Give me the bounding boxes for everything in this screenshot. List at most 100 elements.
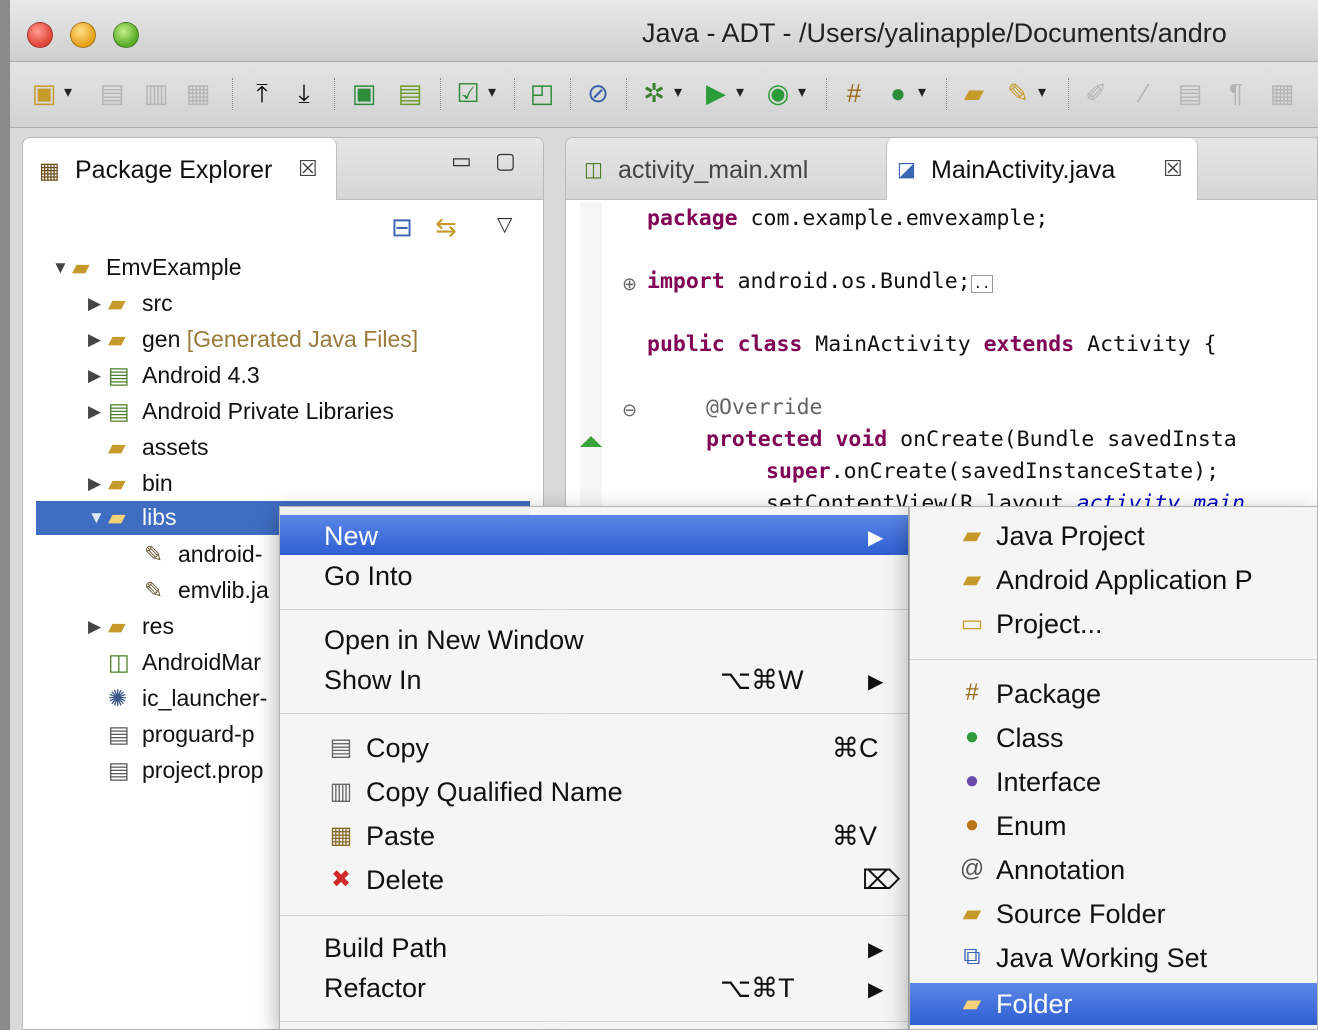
tree-node-proguard[interactable]: ▤ proguard-p	[88, 721, 255, 755]
tree-node-gen[interactable]: ▶ ▰ gen [Generated Java Files]	[88, 326, 418, 360]
menu-item-show-in[interactable]: Show In ⌥⌘W ▶	[280, 659, 908, 699]
print-icon[interactable]: ▦	[182, 76, 214, 110]
tree-node-libs[interactable]: ▼ ▰ libs	[88, 504, 177, 538]
close-tab-icon[interactable]: ☒	[298, 156, 318, 182]
debug-icon[interactable]: ✲	[638, 76, 682, 110]
submenu-item-enum[interactable]: ● Enum	[910, 805, 1317, 847]
close-tab-icon[interactable]: ☒	[1163, 156, 1183, 182]
menu-item-copy-qualified-name[interactable]: ▥ Copy Qualified Name	[280, 771, 908, 811]
expand-arrow-icon[interactable]: ▼	[52, 258, 72, 278]
menu-item-build-path[interactable]: Build Path ▶	[280, 927, 908, 967]
expand-fold-icon[interactable]: ⊕	[622, 274, 637, 295]
tree-node-assets[interactable]: ▰ assets	[88, 434, 208, 468]
link-with-editor-icon[interactable]: ⇆	[435, 212, 457, 243]
menu-item-delete[interactable]: ✖ Delete ⌦	[280, 859, 908, 899]
collapse-arrow-icon[interactable]: ▶	[88, 617, 108, 637]
android-virtual-device-icon[interactable]: ▤	[394, 76, 426, 110]
new-package-icon[interactable]: #	[838, 76, 870, 110]
override-marker-icon[interactable]	[580, 436, 602, 447]
code-line[interactable]: package com.example.emvexample;	[647, 206, 1048, 231]
submenu-item-package[interactable]: # Package	[910, 673, 1317, 715]
tree-node-android-jar[interactable]: ✎ android-	[124, 541, 262, 575]
zoom-window-button[interactable]	[113, 22, 139, 48]
maximize-view-icon[interactable]: ▢	[495, 148, 516, 174]
tree-node-project-properties[interactable]: ▤ project.prop	[88, 757, 263, 791]
submenu-item-interface[interactable]: ● Interface	[910, 761, 1317, 803]
expand-arrow-icon[interactable]: ▼	[88, 508, 108, 528]
tree-node-android-43[interactable]: ▶ ▤ Android 4.3	[88, 362, 260, 396]
submenu-item-project[interactable]: ▭ Project...	[910, 603, 1317, 645]
menu-item-copy[interactable]: ▤ Copy ⌘C	[280, 727, 908, 767]
tree-node-private-libraries[interactable]: ▶ ▤ Android Private Libraries	[88, 398, 394, 432]
tree-node-emvlib-jar[interactable]: ✎ emvlib.ja	[124, 577, 269, 611]
submenu-item-java-project[interactable]: ▰ Java Project	[910, 515, 1317, 557]
collapse-arrow-icon[interactable]: ▶	[88, 474, 108, 494]
annotations-icon[interactable]: ⁄	[1128, 76, 1160, 110]
tree-node-project[interactable]: ▼ ▰ EmvExample	[52, 254, 241, 288]
block-selection-icon[interactable]: ¶	[1220, 76, 1252, 110]
collapse-arrow-icon[interactable]: ▶	[88, 366, 108, 386]
save-icon[interactable]: ▤	[96, 76, 128, 110]
search-icon[interactable]: ✎	[1002, 76, 1046, 110]
collapse-fold-icon[interactable]: ⊖	[622, 400, 637, 421]
tree-node-src[interactable]: ▶ ▰ src	[88, 290, 173, 324]
submenu-item-class[interactable]: ● Class	[910, 717, 1317, 759]
collapse-arrow-icon[interactable]: ▶	[88, 294, 108, 314]
tree-node-androidmanifest[interactable]: ◫ AndroidMar	[88, 649, 261, 683]
submenu-arrow-icon: ▶	[868, 939, 884, 961]
code-line[interactable]: setContentView(R.layout.activity_main	[766, 491, 1245, 507]
checkbox-icon[interactable]: ☑	[452, 76, 496, 110]
minimize-window-button[interactable]	[70, 22, 96, 48]
view-menu-icon[interactable]: ▽	[497, 212, 512, 237]
project-icon: ▭	[960, 610, 984, 637]
submenu-item-java-working-set[interactable]: ⧉ Java Working Set	[910, 937, 1317, 979]
tab-package-explorer[interactable]: ▦ Package Explorer ☒	[23, 138, 337, 200]
collapse-all-icon[interactable]: ⊟	[391, 212, 413, 243]
folder-icon: ▰	[108, 613, 126, 639]
image-file-icon: ✺	[108, 685, 128, 711]
interface-icon: ●	[964, 767, 980, 794]
toggle-mark-occurrences-icon[interactable]: ✐	[1080, 76, 1112, 110]
code-line[interactable]: super.onCreate(savedInstanceState);	[766, 459, 1219, 484]
menu-item-refactor[interactable]: Refactor ⌥⌘T ▶	[280, 967, 908, 1007]
skip-breakpoints-icon[interactable]: ⊘	[582, 76, 614, 110]
package-explorer-tabbar: ▦ Package Explorer ☒ ▭ ▢	[23, 138, 543, 200]
generated-source-folder-icon: ▰	[108, 326, 126, 352]
run-icon[interactable]: ▶	[700, 76, 744, 110]
show-whitespace-icon[interactable]: ▤	[1174, 76, 1206, 110]
tab-activity-main-xml[interactable]: ◫ activity_main.xml	[574, 138, 874, 200]
block-selection-icon-2[interactable]: ▦	[1266, 76, 1298, 110]
tab-mainactivity-java[interactable]: ◪ MainActivity.java ☒	[886, 138, 1198, 200]
code-line[interactable]: public class MainActivity extends Activi…	[647, 332, 1217, 357]
new-class-icon[interactable]: ●	[882, 76, 926, 110]
new-java-class-icon[interactable]: ◰	[526, 76, 558, 110]
submenu-item-android-application-project[interactable]: ▰ Android Application P	[910, 559, 1317, 601]
new-wizard-icon[interactable]: ▣	[28, 76, 72, 110]
open-project-icon[interactable]: ▰	[958, 76, 990, 110]
minimize-view-icon[interactable]: ▭	[451, 148, 472, 174]
submenu-item-folder[interactable]: ▰ Folder	[910, 983, 1317, 1025]
submenu-item-source-folder[interactable]: ▰ Source Folder	[910, 893, 1317, 935]
tree-node-label: ic_launcher-	[142, 685, 268, 711]
export-icon[interactable]: ⤒	[246, 76, 278, 110]
save-all-icon[interactable]: ▥	[140, 76, 172, 110]
close-window-button[interactable]	[27, 22, 53, 48]
code-line[interactable]: protected void onCreate(Bundle savedInst…	[706, 427, 1237, 452]
code-line[interactable]: @Override	[706, 395, 823, 420]
new-android-project-icon[interactable]: ▣	[348, 76, 380, 110]
menu-item-open-in-new-window[interactable]: Open in New Window	[280, 619, 908, 659]
submenu-item-annotation[interactable]: @ Annotation	[910, 849, 1317, 891]
tree-node-label: libs	[142, 504, 177, 530]
code-line[interactable]: import android.os.Bundle;..	[647, 269, 994, 294]
menu-item-go-into[interactable]: Go Into	[280, 555, 908, 595]
run-external-tool-icon[interactable]: ◉	[762, 76, 806, 110]
tree-node-res[interactable]: ▶ ▰ res	[88, 613, 174, 647]
import-icon[interactable]: ⤓	[288, 76, 320, 110]
menu-item-paste[interactable]: ▦ Paste ⌘V	[280, 815, 908, 855]
tree-node-ic-launcher[interactable]: ✺ ic_launcher-	[88, 685, 267, 719]
tree-node-bin[interactable]: ▶ ▰ bin	[88, 470, 173, 504]
collapse-arrow-icon[interactable]: ▶	[88, 402, 108, 422]
toolbar-separator	[1068, 78, 1069, 110]
menu-item-new[interactable]: New ▶	[280, 515, 908, 555]
collapse-arrow-icon[interactable]: ▶	[88, 330, 108, 350]
